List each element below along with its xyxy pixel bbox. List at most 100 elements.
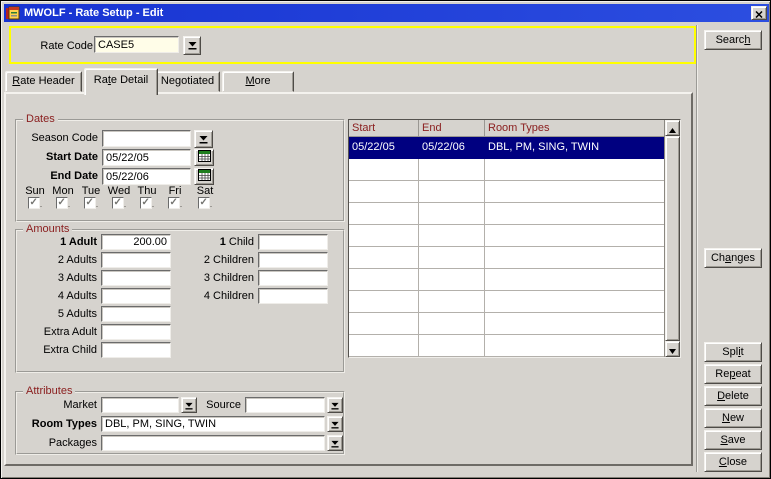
lov-arrow-icon bbox=[188, 38, 197, 53]
rate-code-label: Rate Code bbox=[31, 40, 93, 52]
market-lov-button[interactable] bbox=[181, 397, 197, 413]
amount-4-children-input[interactable] bbox=[258, 288, 328, 304]
day-checkbox-thu[interactable]: ✓ bbox=[140, 197, 152, 209]
amount-1-child-label: 1 Child bbox=[169, 236, 254, 248]
room-types-lov-button[interactable] bbox=[327, 416, 343, 432]
amount-2-adults-input[interactable] bbox=[101, 252, 171, 268]
tab-rate-detail[interactable]: Rate Detail bbox=[84, 68, 158, 95]
lov-arrow-icon bbox=[331, 417, 339, 432]
grid-header-start: Start bbox=[349, 120, 419, 137]
amount-1-child-input[interactable] bbox=[258, 234, 328, 250]
grid-empty-row[interactable] bbox=[349, 159, 680, 181]
amount-extra-adult-label: Extra Adult bbox=[17, 326, 97, 338]
room-types-input[interactable] bbox=[101, 416, 325, 432]
day-thu: Thu ✓. bbox=[133, 185, 161, 209]
attributes-group-label: Attributes bbox=[23, 385, 75, 397]
day-checkbox-sat[interactable]: ✓ bbox=[198, 197, 210, 209]
amount-4-adults-label: 4 Adults bbox=[17, 290, 97, 302]
rate-code-lov-button[interactable] bbox=[183, 36, 201, 55]
end-date-input[interactable] bbox=[102, 168, 191, 185]
lov-arrow-icon bbox=[185, 398, 193, 413]
rate-periods-grid: Start End Room Types 05/22/05 05/22/06 D… bbox=[348, 119, 681, 358]
amount-1-adult-input[interactable] bbox=[101, 234, 171, 250]
tab-negotiated[interactable]: Negotiated bbox=[155, 71, 220, 92]
title-bar: MWOLF - Rate Setup - Edit bbox=[4, 4, 769, 22]
season-code-label: Season Code bbox=[17, 132, 98, 144]
amount-2-children-label: 2 Children bbox=[169, 254, 254, 266]
room-types-label: Room Types bbox=[17, 418, 97, 430]
start-date-label: Start Date bbox=[17, 151, 98, 163]
packages-label: Packages bbox=[17, 437, 97, 449]
grid-header: Start End Room Types bbox=[349, 120, 680, 137]
tab-rate-header[interactable]: Rate Header bbox=[5, 71, 82, 92]
grid-empty-row[interactable] bbox=[349, 313, 680, 335]
end-date-label: End Date bbox=[17, 170, 98, 182]
amount-3-children-label: 3 Children bbox=[169, 272, 254, 284]
grid-header-room-types: Room Types bbox=[485, 120, 665, 137]
start-date-input[interactable] bbox=[102, 149, 191, 166]
day-checkbox-wed[interactable]: ✓ bbox=[112, 197, 124, 209]
packages-lov-button[interactable] bbox=[327, 435, 343, 451]
grid-empty-row[interactable] bbox=[349, 269, 680, 291]
close-x-icon bbox=[755, 6, 763, 21]
grid-empty-row[interactable] bbox=[349, 291, 680, 313]
day-checkbox-sun[interactable]: ✓ bbox=[28, 197, 40, 209]
amount-4-adults-input[interactable] bbox=[101, 288, 171, 304]
search-button[interactable]: Search bbox=[704, 30, 762, 50]
split-button[interactable]: Split bbox=[704, 342, 762, 362]
day-mon: Mon ✓. bbox=[49, 185, 77, 209]
amount-5-adults-input[interactable] bbox=[101, 306, 171, 322]
amount-extra-adult-input[interactable] bbox=[101, 324, 171, 340]
end-date-calendar-button[interactable] bbox=[194, 168, 214, 185]
rate-code-panel: Rate Code bbox=[9, 26, 696, 64]
grid-empty-row[interactable] bbox=[349, 225, 680, 247]
amount-3-adults-label: 3 Adults bbox=[17, 272, 97, 284]
day-sun: Sun ✓. bbox=[21, 185, 49, 209]
grid-empty-row[interactable] bbox=[349, 203, 680, 225]
grid-empty-row[interactable] bbox=[349, 335, 680, 357]
market-input[interactable] bbox=[101, 397, 179, 413]
action-panel: Search Changes Split Repeat Delete New S… bbox=[696, 25, 767, 472]
season-code-input[interactable] bbox=[102, 130, 191, 147]
amount-2-children-input[interactable] bbox=[258, 252, 328, 268]
dates-group: Dates Season Code Start Date End Date Su… bbox=[15, 119, 345, 222]
amount-5-adults-label: 5 Adults bbox=[17, 308, 97, 320]
day-checkbox-tue[interactable]: ✓ bbox=[84, 197, 96, 209]
scroll-up-icon bbox=[669, 121, 676, 136]
source-input[interactable] bbox=[245, 397, 325, 413]
app-icon bbox=[6, 6, 20, 20]
amount-2-adults-label: 2 Adults bbox=[17, 254, 97, 266]
scroll-down-button[interactable] bbox=[665, 341, 680, 357]
save-button[interactable]: Save bbox=[704, 430, 762, 450]
market-label: Market bbox=[17, 399, 97, 411]
amount-3-children-input[interactable] bbox=[258, 270, 328, 286]
grid-empty-row[interactable] bbox=[349, 247, 680, 269]
amount-1-adult-label: 1 Adult bbox=[17, 236, 97, 248]
grid-row-selected[interactable]: 05/22/05 05/22/06 DBL, PM, SING, TWIN bbox=[349, 137, 680, 159]
scroll-up-button[interactable] bbox=[665, 120, 680, 136]
source-lov-button[interactable] bbox=[327, 397, 343, 413]
amount-extra-child-input[interactable] bbox=[101, 342, 171, 358]
close-button[interactable] bbox=[751, 6, 767, 20]
changes-button[interactable]: Changes bbox=[704, 248, 762, 268]
new-button[interactable]: New bbox=[704, 408, 762, 428]
repeat-button[interactable]: Repeat bbox=[704, 364, 762, 384]
delete-button[interactable]: Delete bbox=[704, 386, 762, 406]
tab-more[interactable]: More bbox=[222, 71, 294, 92]
calendar-icon bbox=[198, 150, 211, 165]
attributes-group: Attributes Market Source Room Types Pack… bbox=[15, 391, 345, 455]
day-tue: Tue ✓. bbox=[77, 185, 105, 209]
scrollbar-thumb[interactable] bbox=[665, 136, 680, 341]
day-checkbox-fri[interactable]: ✓ bbox=[168, 197, 180, 209]
day-checkbox-mon[interactable]: ✓ bbox=[56, 197, 68, 209]
amount-4-children-label: 4 Children bbox=[169, 290, 254, 302]
rate-detail-panel: Dates Season Code Start Date End Date Su… bbox=[4, 92, 693, 466]
rate-code-input[interactable] bbox=[94, 36, 179, 53]
close-window-button[interactable]: Close bbox=[704, 452, 762, 472]
amount-3-adults-input[interactable] bbox=[101, 270, 171, 286]
packages-input[interactable] bbox=[101, 435, 325, 451]
start-date-calendar-button[interactable] bbox=[194, 149, 214, 166]
season-code-lov-button[interactable] bbox=[194, 130, 213, 148]
grid-empty-row[interactable] bbox=[349, 181, 680, 203]
scroll-down-icon bbox=[669, 342, 676, 357]
